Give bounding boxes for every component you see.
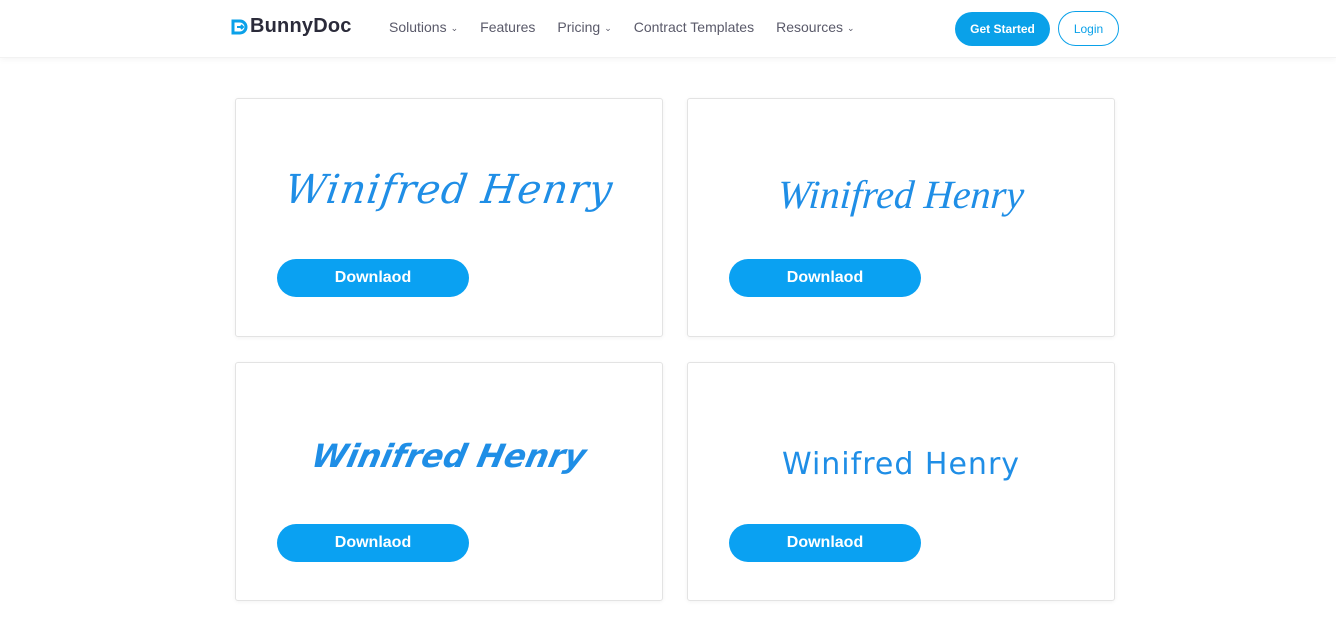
brand-name: BunnyDoc	[250, 15, 352, 37]
signature-card: Winifred Henry Downlaod	[235, 362, 663, 601]
signature-card: Winifred Henry Downlaod	[687, 98, 1115, 337]
get-started-button[interactable]: Get Started	[955, 12, 1050, 46]
download-button[interactable]: Downlaod	[277, 259, 469, 297]
download-button[interactable]: Downlaod	[729, 524, 921, 562]
signature-card: Winifred Henry Downlaod	[235, 98, 663, 337]
signature-preview: Winifred Henry	[308, 437, 590, 475]
download-button[interactable]: Downlaod	[729, 259, 921, 297]
nav-item-label: Features	[480, 19, 536, 35]
bunnydoc-logo-icon	[230, 18, 248, 36]
nav-item-label: Pricing	[557, 19, 601, 35]
nav-item-features[interactable]: Features	[480, 19, 535, 35]
download-button[interactable]: Downlaod	[277, 524, 469, 562]
brand-logo[interactable]: BunnyDoc	[230, 15, 352, 38]
signature-preview: Winifred Henry	[781, 447, 1021, 482]
signature-preview: Winifred Henry	[281, 167, 617, 213]
signature-preview: Winifred Henry	[776, 172, 1026, 217]
login-button[interactable]: Login	[1058, 11, 1119, 46]
chevron-down-icon: ⌄	[847, 22, 855, 33]
nav-item-label: Resources	[776, 19, 844, 35]
nav-item-pricing[interactable]: Pricing ⌄	[557, 19, 611, 35]
nav-item-label: Solutions	[389, 19, 447, 35]
nav-item-contract-templates[interactable]: Contract Templates	[634, 19, 754, 35]
nav-item-solutions[interactable]: Solutions ⌄	[389, 19, 458, 35]
main-nav: Solutions ⌄ Features Pricing ⌄ Contract …	[389, 19, 877, 35]
chevron-down-icon: ⌄	[450, 22, 459, 33]
site-header: BunnyDoc Solutions ⌄ Features Pricing ⌄ …	[0, 0, 1336, 58]
signature-card: Winifred Henry Downlaod	[687, 362, 1115, 601]
nav-item-resources[interactable]: Resources ⌄	[776, 19, 854, 35]
nav-item-label: Contract Templates	[633, 19, 755, 35]
chevron-down-icon: ⌄	[604, 22, 612, 33]
